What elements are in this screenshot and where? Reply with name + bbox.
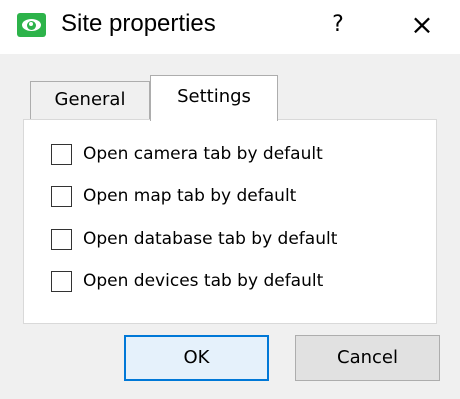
- camera-tab-checkbox-row[interactable]: Open camera tab by default: [51, 139, 323, 169]
- tab-general[interactable]: General: [30, 81, 150, 119]
- devices-tab-checkbox-row[interactable]: Open devices tab by default: [51, 266, 323, 296]
- map-tab-checkbox[interactable]: [51, 185, 72, 207]
- devices-tab-checkbox-label: Open devices tab by default: [83, 271, 324, 291]
- window-title: Site properties: [61, 10, 216, 37]
- help-button[interactable]: ?: [318, 8, 358, 42]
- map-tab-checkbox-row[interactable]: Open map tab by default: [51, 181, 296, 211]
- database-tab-checkbox-label: Open database tab by default: [83, 229, 338, 249]
- map-tab-checkbox-label: Open map tab by default: [83, 186, 297, 206]
- camera-tab-checkbox[interactable]: [51, 143, 72, 165]
- database-tab-checkbox-row[interactable]: Open database tab by default: [51, 224, 337, 254]
- title-bar: Site properties ? ×: [0, 0, 460, 54]
- camera-tab-checkbox-label: Open camera tab by default: [83, 144, 323, 164]
- database-tab-checkbox[interactable]: [51, 228, 72, 250]
- ok-button[interactable]: OK: [124, 335, 269, 381]
- eye-icon: [17, 13, 46, 37]
- devices-tab-checkbox[interactable]: [51, 270, 72, 292]
- close-button[interactable]: ×: [400, 6, 444, 44]
- settings-panel: Open camera tab by default Open map tab …: [23, 119, 437, 324]
- cancel-button[interactable]: Cancel: [295, 335, 440, 381]
- tab-settings[interactable]: Settings: [150, 75, 278, 121]
